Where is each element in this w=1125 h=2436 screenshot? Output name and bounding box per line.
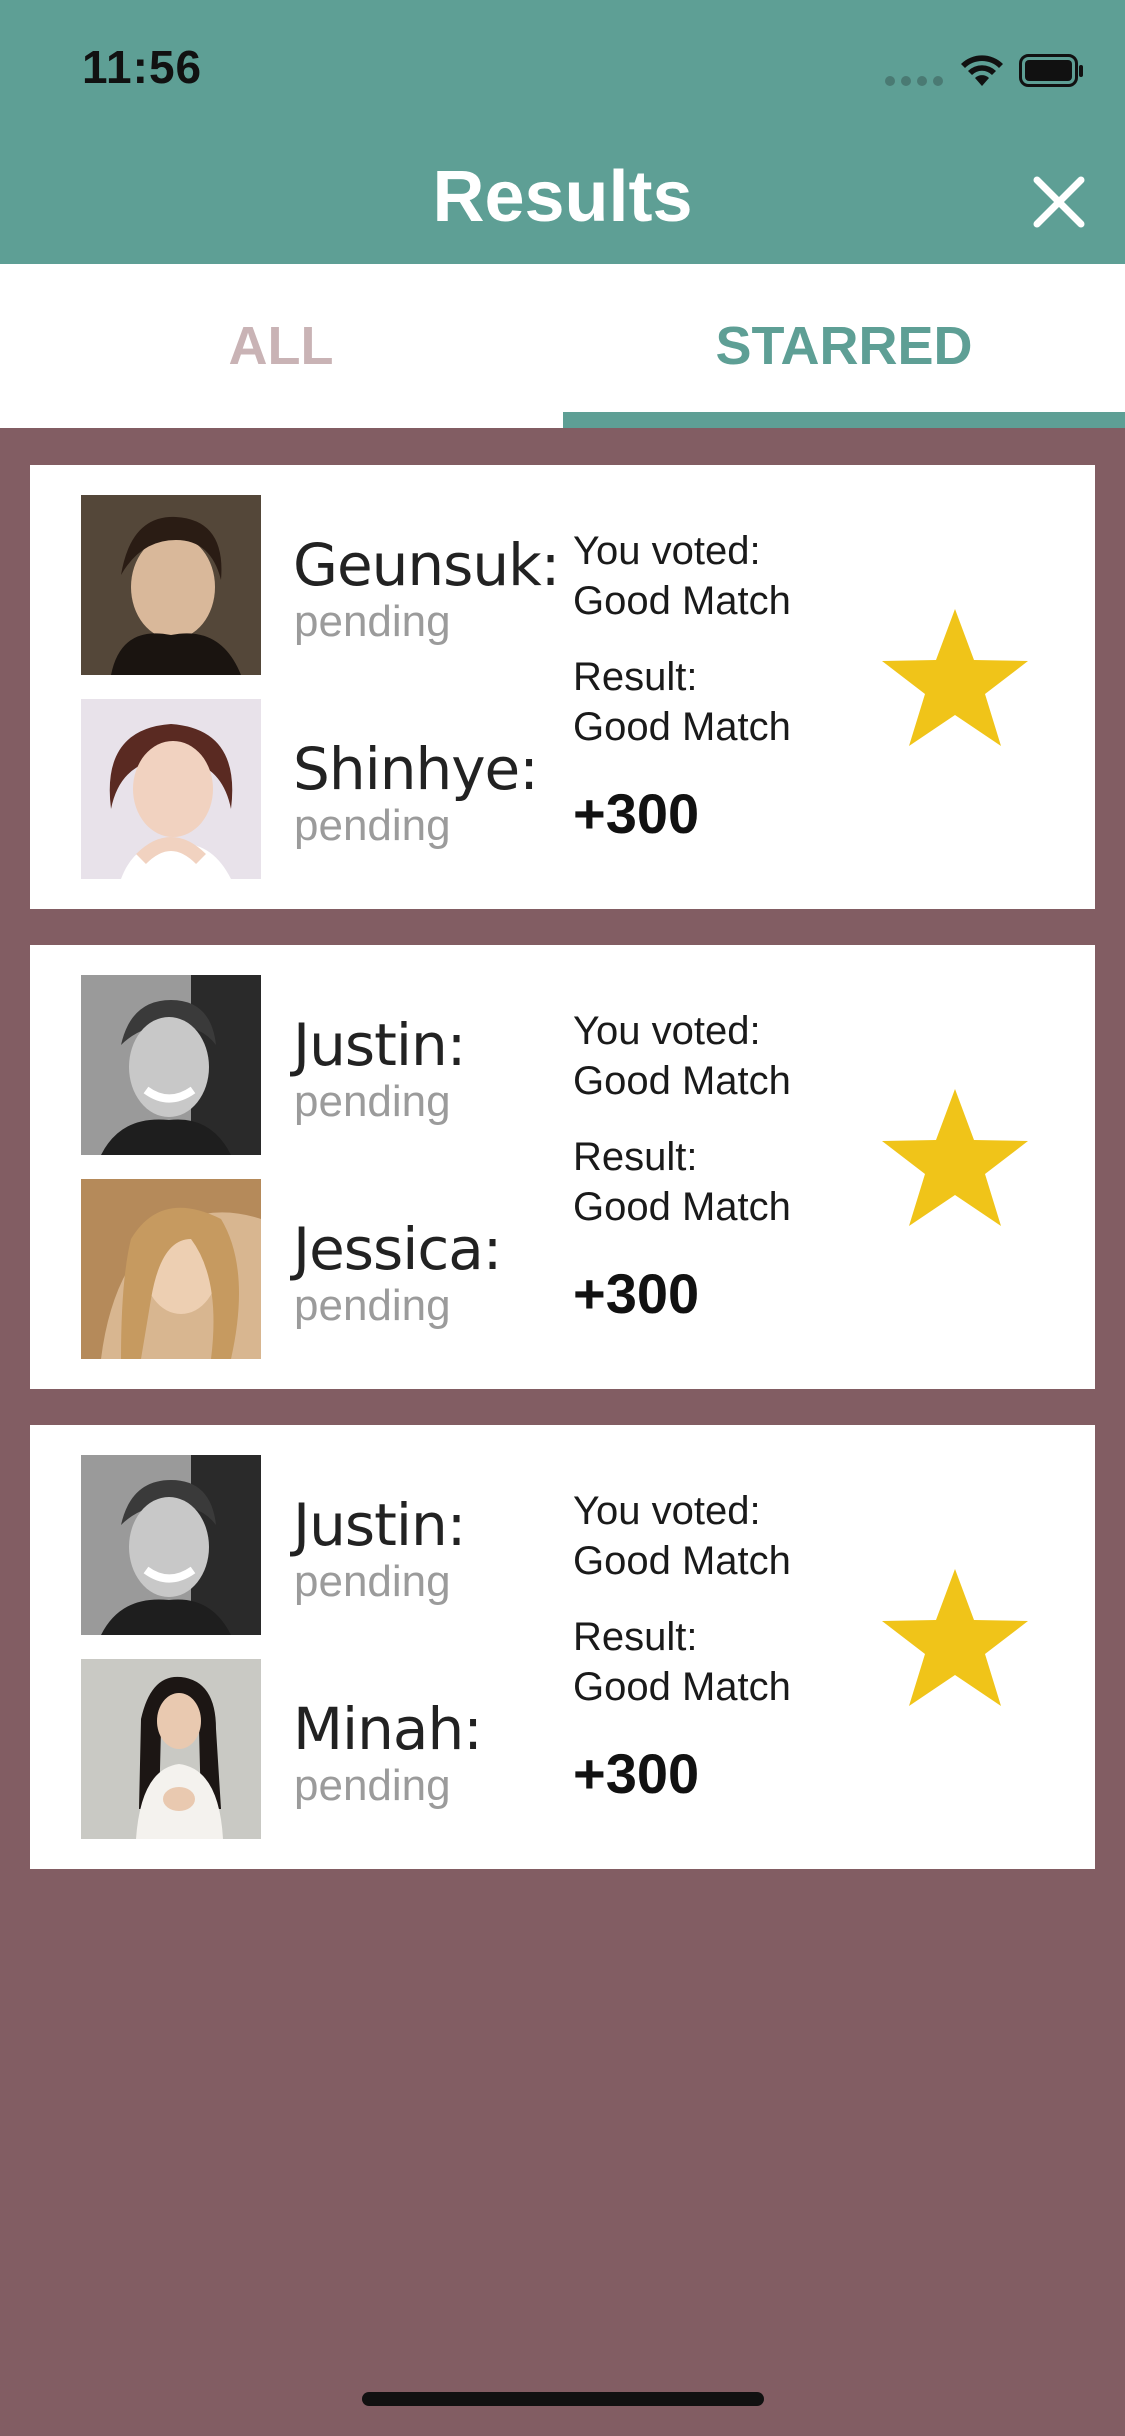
star-button[interactable]	[880, 1083, 1030, 1233]
tab-bar: ALL STARRED	[0, 264, 1125, 428]
voted-value: Good Match	[573, 579, 791, 623]
result-value: Good Match	[573, 1665, 791, 1709]
result-value: Good Match	[573, 1185, 791, 1229]
voted-label: You voted:	[573, 1009, 761, 1053]
status-icons	[865, 52, 1085, 92]
close-button[interactable]	[1023, 166, 1095, 238]
person-status: pending	[294, 597, 451, 646]
avatar	[81, 1179, 261, 1359]
wifi-icon	[961, 55, 1003, 86]
voted-label: You voted:	[573, 529, 761, 573]
result-card[interactable]: Geunsuk: pending Shinhye: pending You vo…	[30, 465, 1095, 909]
person-status: pending	[294, 801, 451, 850]
person-status: pending	[294, 1761, 451, 1810]
result-label: Result:	[573, 655, 698, 699]
person-status: pending	[294, 1077, 451, 1126]
person-name: Minah:	[293, 1695, 483, 1763]
star-icon	[882, 1569, 1028, 1706]
points-value: +300	[573, 782, 700, 845]
result-value: Good Match	[573, 705, 791, 749]
points-value: +300	[573, 1262, 700, 1325]
person-status: pending	[294, 1281, 451, 1330]
points-value: +300	[573, 1742, 700, 1805]
page-title: Results	[432, 157, 693, 237]
home-indicator[interactable]	[362, 2392, 764, 2406]
avatar	[81, 699, 261, 879]
person-name: Jessica:	[293, 1215, 502, 1283]
person-name: Shinhye:	[293, 735, 539, 803]
result-card[interactable]: Justin: pending Jessica: pending You vot…	[30, 945, 1095, 1389]
voted-value: Good Match	[573, 1539, 791, 1583]
tab-all[interactable]: ALL	[0, 264, 562, 428]
header-bar: 11:56 Results	[0, 0, 1125, 264]
star-button[interactable]	[880, 603, 1030, 753]
tab-starred[interactable]: STARRED	[563, 264, 1125, 428]
person-name: Justin:	[293, 1491, 466, 1559]
voted-value: Good Match	[573, 1059, 791, 1103]
status-time: 11:56	[82, 41, 203, 93]
result-label: Result:	[573, 1615, 698, 1659]
star-icon	[882, 609, 1028, 746]
person-status: pending	[294, 1557, 451, 1606]
person-name: Justin:	[293, 1011, 466, 1079]
person-name: Geunsuk:	[293, 531, 560, 599]
avatar	[81, 1659, 261, 1839]
avatar	[81, 1455, 261, 1635]
close-icon	[1033, 176, 1085, 228]
voted-label: You voted:	[573, 1489, 761, 1533]
result-label: Result:	[573, 1135, 698, 1179]
star-button[interactable]	[880, 1563, 1030, 1713]
result-card[interactable]: Justin: pending Minah: pending You voted…	[30, 1425, 1095, 1869]
active-tab-indicator	[563, 412, 1125, 428]
avatar	[81, 975, 261, 1155]
star-icon	[882, 1089, 1028, 1226]
battery-icon	[1019, 54, 1083, 87]
avatar	[81, 495, 261, 675]
